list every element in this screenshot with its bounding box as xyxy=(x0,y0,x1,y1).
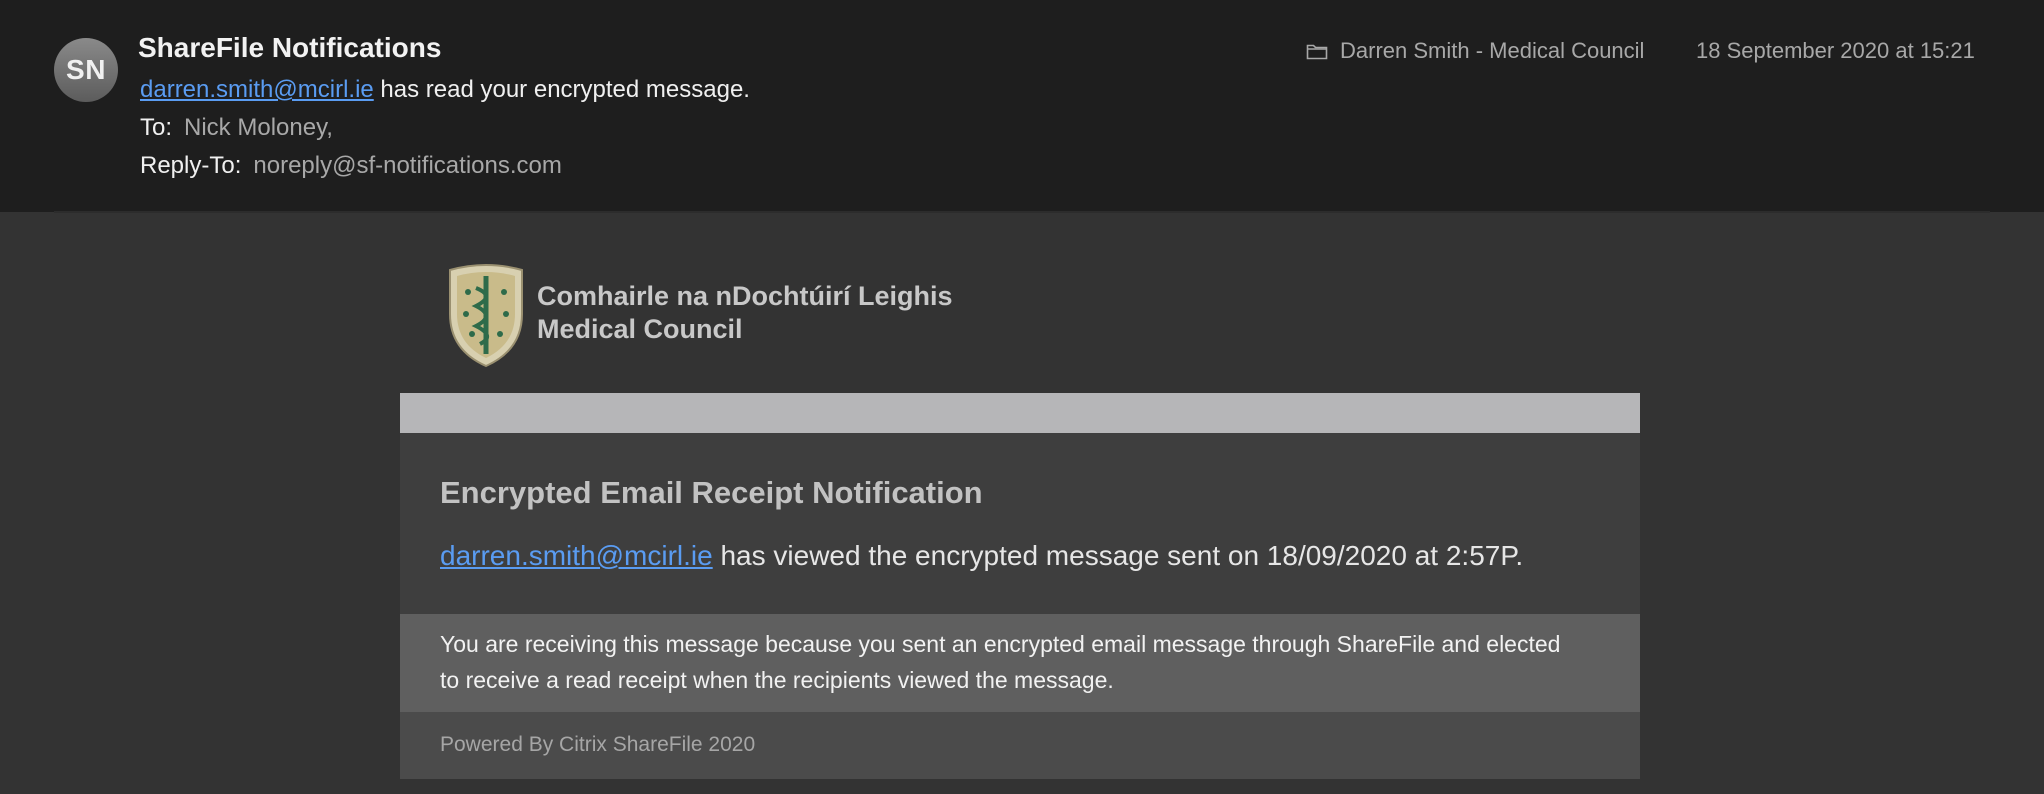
card-top-bar xyxy=(400,393,1640,433)
organization-name-irish: Comhairle na nDochtúirí Leighis xyxy=(537,281,953,311)
reply-to-label: Reply-To: xyxy=(140,152,242,179)
subject-line: darren.smith@mcirl.ie has read your encr… xyxy=(140,76,750,104)
reply-to-address[interactable]: noreply@sf-notifications.com xyxy=(253,152,561,179)
notification-note: You are receiving this message because y… xyxy=(400,614,1640,712)
viewer-email-link[interactable]: darren.smith@mcirl.ie xyxy=(440,540,713,571)
viewed-text: has viewed the encrypted message sent on… xyxy=(712,540,1524,571)
sender-name[interactable]: ShareFile Notifications xyxy=(138,32,441,64)
email-date: 18 September 2020 at 15:21 xyxy=(1696,38,1975,63)
to-recipient[interactable]: Nick Moloney, xyxy=(184,114,333,141)
organization-name-english: Medical Council xyxy=(537,314,743,344)
powered-by-text: Powered By Citrix ShareFile 2020 xyxy=(440,733,756,756)
notification-card: Encrypted Email Receipt Notification dar… xyxy=(400,433,1640,614)
subject-email-link[interactable]: darren.smith@mcirl.ie xyxy=(140,76,374,103)
reply-to-row: Reply-To: noreply@sf-notifications.com xyxy=(140,152,562,180)
mailbox-name: Darren Smith - Medical Council xyxy=(1340,38,1645,63)
medical-council-crest-logo xyxy=(449,264,523,368)
notification-title: Encrypted Email Receipt Notification xyxy=(440,475,983,510)
folder-icon xyxy=(1306,44,1328,60)
to-label: To: xyxy=(140,114,173,141)
organization-name: Comhairle na nDochtúirí Leighis Medical … xyxy=(537,280,953,346)
to-row: To: Nick Moloney, xyxy=(140,114,333,142)
card-footer: Powered By Citrix ShareFile 2020 xyxy=(400,712,1640,779)
subject-text: has read your encrypted message. xyxy=(373,76,750,103)
sender-avatar[interactable]: SN xyxy=(54,38,118,102)
notification-message: darren.smith@mcirl.ie has viewed the enc… xyxy=(440,540,1523,572)
mailbox-label[interactable]: Darren Smith - Medical Council xyxy=(1306,38,1644,64)
note-text: You are receiving this message because y… xyxy=(440,631,1561,693)
header-divider xyxy=(54,211,1990,213)
